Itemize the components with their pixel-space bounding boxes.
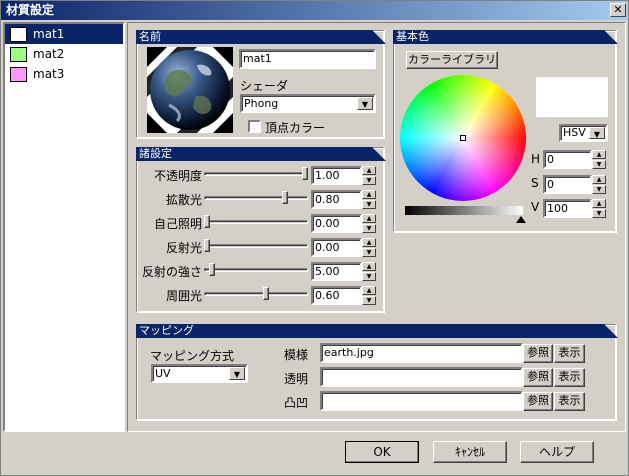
mapping-file-input[interactable]: earth.jpg [320, 343, 523, 363]
vertex-color-checkbox[interactable] [248, 120, 261, 133]
list-item-mat2[interactable]: mat2 [5, 44, 123, 64]
setting-spinner[interactable]: ▲ ▼ [362, 238, 376, 257]
setting-label: 反射の強さ [141, 265, 202, 279]
shader-value: Phong [244, 97, 279, 110]
setting-slider-thumb[interactable] [282, 191, 289, 204]
setting-slider-track[interactable] [204, 268, 308, 272]
material-label: mat1 [33, 27, 65, 41]
shader-label: シェーダ [240, 79, 289, 93]
setting-slider-thumb[interactable] [208, 263, 215, 276]
settings-group-header: 諸設定 [136, 147, 386, 161]
material-list[interactable]: mat1 mat2 mat3 [3, 22, 125, 432]
s-label: S [531, 176, 539, 190]
mapping-method-label: マッピング方式 [150, 349, 235, 363]
setting-slider-thumb[interactable] [302, 167, 308, 180]
color-library-button[interactable]: カラーライブラリ [406, 51, 498, 69]
setting-slider-track[interactable] [204, 244, 308, 248]
setting-spinner[interactable]: ▲ ▼ [362, 286, 376, 305]
cancel-button[interactable]: ｷｬﾝｾﾙ [433, 441, 507, 463]
chevron-down-icon[interactable]: ▼ [357, 97, 373, 110]
setting-slider-track[interactable] [204, 172, 308, 176]
color-mode-select[interactable]: HSV ▼ [559, 124, 608, 142]
color-swatch [10, 47, 27, 62]
mapping-method-value: UV [155, 367, 171, 380]
browse-button[interactable]: 参照 [523, 368, 553, 387]
s-spinner[interactable]: ▲ ▼ [592, 175, 606, 194]
shader-select[interactable]: Phong ▼ [240, 94, 376, 113]
setting-slider-track[interactable] [204, 220, 308, 224]
setting-spinner[interactable]: ▲ ▼ [362, 214, 376, 233]
setting-spinner[interactable]: ▲ ▼ [362, 190, 376, 209]
show-button[interactable]: 表示 [554, 368, 585, 387]
color-wheel-cursor[interactable] [460, 135, 466, 141]
mapping-row-label: 模様 [284, 348, 309, 362]
setting-slider-thumb[interactable] [204, 239, 210, 252]
window-title: 材質設定 [6, 3, 55, 17]
chevron-down-icon[interactable]: ▼ [589, 127, 605, 139]
show-button[interactable]: 表示 [554, 392, 585, 411]
v-input[interactable]: 100 [543, 199, 592, 218]
h-spinner[interactable]: ▲ ▼ [592, 150, 606, 169]
setting-value-input[interactable]: 0.60 [311, 286, 362, 305]
h-input[interactable]: 0 [543, 150, 592, 169]
mapping-row-label: 透明 [284, 372, 309, 386]
h-label: H [531, 152, 541, 166]
setting-spinner[interactable]: ▲ ▼ [362, 262, 376, 281]
brightness-bar[interactable] [405, 206, 523, 215]
color-preview [536, 77, 608, 117]
color-swatch [10, 67, 27, 82]
color-swatch [10, 27, 27, 42]
browse-button[interactable]: 参照 [523, 344, 553, 363]
ok-button[interactable]: OK [345, 441, 419, 463]
material-label: mat2 [33, 47, 65, 61]
s-input[interactable]: 0 [543, 175, 592, 194]
globe-preview-icon [147, 47, 233, 133]
brightness-marker-icon[interactable] [516, 216, 526, 223]
material-label: mat3 [33, 67, 65, 81]
setting-label: 拡散光 [165, 193, 202, 207]
list-item-mat3[interactable]: mat3 [5, 64, 123, 84]
title-bar: 材質設定 [1, 1, 628, 20]
chevron-down-icon[interactable]: ▼ [229, 367, 245, 380]
mapping-method-select[interactable]: UV ▼ [151, 364, 248, 383]
color-mode-value: HSV [563, 126, 586, 139]
material-preview [147, 47, 233, 133]
setting-slider-thumb[interactable] [262, 287, 269, 300]
setting-value-input[interactable]: 0.00 [311, 214, 362, 233]
setting-value-input[interactable]: 0.00 [311, 238, 362, 257]
mapping-file-input[interactable] [320, 391, 523, 411]
setting-value-input[interactable]: 1.00 [311, 166, 362, 185]
vertex-color-label: 頂点カラー [265, 121, 326, 135]
setting-slider-thumb[interactable] [204, 215, 210, 228]
mapping-group-header: マッピング [136, 324, 618, 338]
mapping-row-label: 凸凹 [284, 396, 309, 410]
setting-label: 反射光 [165, 241, 202, 255]
setting-value-input[interactable]: 5.00 [311, 262, 362, 281]
mapping-file-input[interactable] [320, 367, 523, 387]
setting-slider-track[interactable] [204, 292, 308, 296]
list-item-mat1[interactable]: mat1 [5, 24, 123, 44]
v-label: V [531, 200, 540, 214]
base-color-group-header: 基本色 [393, 30, 618, 44]
setting-label: 周囲光 [165, 289, 202, 303]
setting-slider-track[interactable] [204, 196, 308, 200]
show-button[interactable]: 表示 [554, 344, 585, 363]
setting-label: 自己照明 [153, 217, 202, 231]
setting-spinner[interactable]: ▲ ▼ [362, 166, 376, 185]
name-group-header: 名前 [136, 30, 386, 44]
help-button[interactable]: ヘルプ [520, 441, 594, 463]
v-spinner[interactable]: ▲ ▼ [592, 199, 606, 218]
close-button[interactable]: ✕ [610, 3, 626, 17]
browse-button[interactable]: 参照 [523, 392, 553, 411]
setting-label: 不透明度 [153, 169, 202, 183]
setting-value-input[interactable]: 0.80 [311, 190, 362, 209]
material-name-input[interactable]: mat1 [239, 49, 376, 69]
